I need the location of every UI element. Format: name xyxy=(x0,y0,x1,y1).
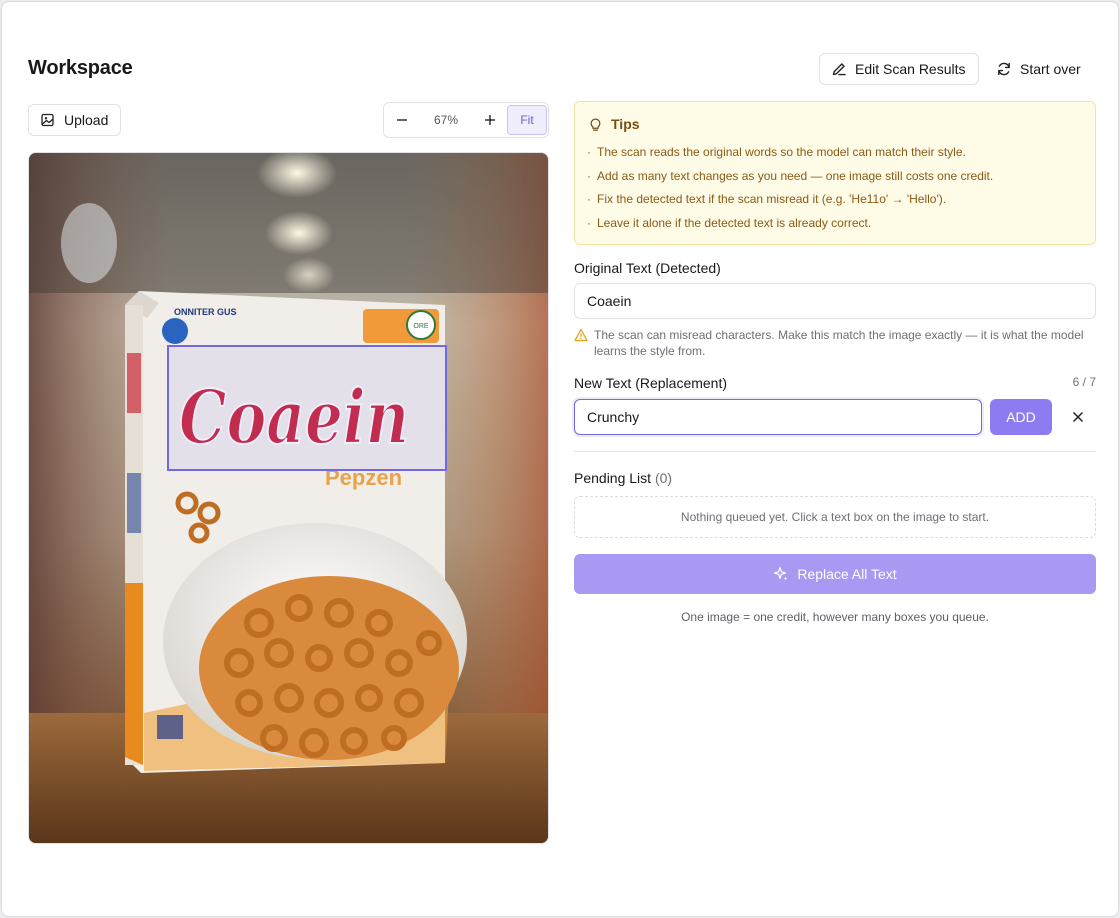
sparkles-icon xyxy=(774,566,788,581)
plus-icon xyxy=(485,115,495,125)
upload-button[interactable]: Upload xyxy=(28,104,121,136)
pending-list-header: Pending List (0) xyxy=(574,470,672,486)
image-upload-icon xyxy=(41,113,54,127)
tips-header: Tips xyxy=(588,116,640,132)
page-title: Workspace xyxy=(28,57,133,79)
add-button[interactable]: ADD xyxy=(990,399,1052,435)
tip-item: The scan reads the original words so the… xyxy=(587,145,993,169)
replacement-text-input[interactable]: Crunchy xyxy=(574,399,982,435)
original-text-label: Original Text (Detected) xyxy=(574,260,721,276)
tips-list: The scan reads the original words so the… xyxy=(587,145,993,239)
pencil-icon xyxy=(832,63,846,76)
refresh-icon xyxy=(998,62,1010,76)
tip-item: Add as many text changes as you need — o… xyxy=(587,169,993,193)
character-count: 6 / 7 xyxy=(1072,375,1096,389)
minus-icon xyxy=(397,119,407,121)
badge-text: ORE xyxy=(413,323,429,330)
edit-scan-results-label: Edit Scan Results xyxy=(855,61,966,77)
fit-button[interactable]: Fit xyxy=(507,105,547,135)
upload-label: Upload xyxy=(64,112,109,128)
close-icon xyxy=(1072,411,1084,423)
tip-item: Fix the detected text if the scan misrea… xyxy=(587,192,993,216)
tips-title: Tips xyxy=(611,116,640,132)
edit-scan-results-button[interactable]: Edit Scan Results xyxy=(819,53,979,85)
new-text-label: New Text (Replacement) xyxy=(574,375,728,391)
warning-triangle-icon xyxy=(574,328,588,342)
clear-button[interactable] xyxy=(1068,407,1088,427)
pending-count: (0) xyxy=(654,470,673,486)
start-over-label: Start over xyxy=(1020,61,1081,77)
credit-note: One image = one credit, however many box… xyxy=(681,610,989,624)
pending-list-label: Pending List xyxy=(574,470,652,486)
text-selection-box[interactable] xyxy=(167,345,447,471)
workspace-panel: Workspace Edit Scan Results Start over U… xyxy=(1,1,1119,917)
replace-all-label: Replace All Text xyxy=(797,566,897,582)
scan-warning-text: The scan can misread characters. Make th… xyxy=(594,328,1084,358)
zoom-in-button[interactable] xyxy=(481,111,499,129)
tip-item: Leave it alone if the detected text is a… xyxy=(587,216,993,240)
pending-empty-state: Nothing queued yet. Click a text box on … xyxy=(574,496,1096,538)
zoom-level: 67% xyxy=(433,113,459,127)
image-canvas[interactable]: ONNITER GUS ORE Coaein Pepzen xyxy=(28,152,549,844)
original-text-input[interactable]: Coaein xyxy=(574,283,1096,319)
zoom-controls: 67% Fit xyxy=(383,102,549,138)
section-divider xyxy=(574,451,1096,452)
start-over-button[interactable]: Start over xyxy=(996,53,1081,85)
tips-panel: Tips The scan reads the original words s… xyxy=(574,101,1096,245)
box-brand-text: ONNITER GUS xyxy=(174,307,237,317)
scan-warning: The scan can misread characters. Make th… xyxy=(574,327,1096,359)
replace-all-button[interactable]: Replace All Text xyxy=(574,554,1096,594)
cereal-box-photo: ONNITER GUS ORE Coaein Pepzen xyxy=(29,153,548,843)
lightbulb-icon xyxy=(590,118,601,131)
zoom-out-button[interactable] xyxy=(393,111,411,129)
